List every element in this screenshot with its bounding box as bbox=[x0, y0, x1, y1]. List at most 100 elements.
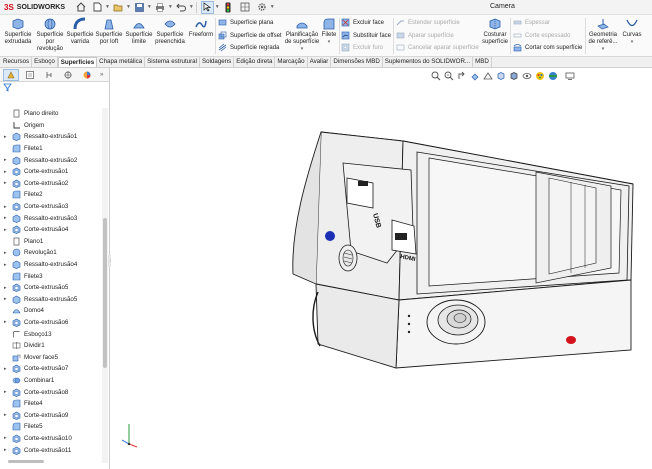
tree-item[interactable]: ▸ Corte-extrusão8 bbox=[0, 386, 104, 398]
tab-sistema-estrutural[interactable]: Sistema estrutural bbox=[145, 57, 201, 67]
tree-item[interactable]: ▸ Corte-extrusão3 bbox=[0, 201, 104, 213]
print-icon[interactable] bbox=[154, 1, 167, 14]
tree-item[interactable]: ▸ Ressalto-extrusão4 bbox=[0, 259, 104, 271]
tab-avaliar[interactable]: Avaliar bbox=[308, 57, 332, 67]
cut-with-surface-button[interactable]: Cortar com superfície bbox=[513, 43, 582, 52]
graphics-viewport[interactable]: USB HDMI bbox=[111, 68, 652, 469]
tree-item[interactable]: Plano direito bbox=[0, 108, 104, 120]
horizontal-scrollbar[interactable] bbox=[8, 460, 44, 463]
tree-item[interactable]: Esboço13 bbox=[0, 328, 104, 340]
tree-item[interactable]: ▸ Corte-extrusão10 bbox=[0, 433, 104, 445]
tree-item[interactable]: ▸ Revolução1 bbox=[0, 247, 104, 259]
chevron-down-icon[interactable]: ▼ bbox=[147, 4, 152, 10]
tab-soldagens[interactable]: Soldagens bbox=[200, 57, 235, 67]
tree-item[interactable]: ▸ Corte-extrusão11 bbox=[0, 444, 104, 456]
expand-arrow-icon[interactable]: ▸ bbox=[4, 262, 7, 268]
tree-item[interactable]: Filete4 bbox=[0, 398, 104, 410]
tab-marca-o[interactable]: Marcação bbox=[275, 57, 308, 67]
curves-button[interactable]: Curvas ▾ bbox=[620, 17, 644, 46]
vertical-scrollbar[interactable] bbox=[102, 108, 108, 463]
configuration-manager-tab-icon[interactable] bbox=[41, 69, 57, 81]
chevron-down-icon[interactable]: ▼ bbox=[168, 4, 173, 10]
tree-item[interactable]: Domo4 bbox=[0, 305, 104, 317]
tree-item[interactable]: ▸ Corte-extrusão4 bbox=[0, 224, 104, 236]
undo-icon[interactable] bbox=[175, 1, 188, 14]
revolved-surface-button[interactable]: Superfície por revolução bbox=[35, 17, 65, 53]
more-tabs-icon[interactable]: » bbox=[100, 72, 103, 78]
untrim-surface-button[interactable]: Cancelar aparar superfície bbox=[396, 43, 479, 52]
tree-item[interactable]: Plano1 bbox=[0, 236, 104, 248]
tree-item[interactable]: Filete3 bbox=[0, 270, 104, 282]
expand-arrow-icon[interactable]: ▸ bbox=[4, 435, 7, 441]
replace-face-button[interactable]: Substituir face bbox=[341, 31, 391, 40]
tree-item[interactable]: ▸ Corte-extrusão6 bbox=[0, 317, 104, 329]
swept-surface-button[interactable]: Superfície varrida bbox=[66, 17, 94, 46]
scrollbar-thumb[interactable] bbox=[103, 218, 107, 368]
knit-surface-button[interactable]: Costurar superfície bbox=[480, 17, 510, 46]
tab-esbo-o[interactable]: Esboço bbox=[32, 57, 58, 67]
surface-flatten-button[interactable]: Planificação de superfície ▾ bbox=[283, 17, 321, 53]
tab-mbd[interactable]: MBD bbox=[473, 57, 492, 67]
chevron-down-icon[interactable]: ▼ bbox=[189, 4, 194, 10]
thicken-button[interactable]: Espessar bbox=[513, 18, 550, 27]
tree-item[interactable]: Filete5 bbox=[0, 421, 104, 433]
tree-item[interactable]: ▸ Corte-extrusão9 bbox=[0, 409, 104, 421]
expand-arrow-icon[interactable]: ▸ bbox=[4, 250, 7, 256]
filled-surface-button[interactable]: Superfície preenchida bbox=[154, 17, 186, 46]
freeform-button[interactable]: Freeform bbox=[188, 17, 214, 39]
expand-arrow-icon[interactable]: ▸ bbox=[4, 180, 7, 186]
delete-face-button[interactable]: Excluir face bbox=[341, 18, 384, 27]
expand-arrow-icon[interactable]: ▸ bbox=[4, 169, 7, 175]
tree-item[interactable]: Mover face5 bbox=[0, 351, 104, 363]
expand-arrow-icon[interactable]: ▸ bbox=[4, 215, 7, 221]
reference-geometry-button[interactable]: Geometria de referê... ▾ bbox=[587, 17, 619, 53]
tree-item[interactable]: ▸ Ressalto-extrusão2 bbox=[0, 154, 104, 166]
traffic-light-icon[interactable] bbox=[222, 1, 235, 14]
chevron-down-icon[interactable]: ▼ bbox=[126, 4, 131, 10]
boundary-surface-button[interactable]: Superfície limite bbox=[125, 17, 153, 46]
options-gear-icon[interactable] bbox=[256, 1, 269, 14]
tree-item[interactable]: Filete1 bbox=[0, 143, 104, 155]
thickened-cut-button[interactable]: Corte espessado bbox=[513, 31, 570, 40]
tree-item[interactable]: ▸ Ressalto-extrusão1 bbox=[0, 131, 104, 143]
expand-arrow-icon[interactable]: ▸ bbox=[4, 134, 7, 140]
expand-arrow-icon[interactable]: ▸ bbox=[4, 296, 7, 302]
tab-recursos[interactable]: Recursos bbox=[1, 57, 33, 67]
offset-surface-button[interactable]: Superfície de offset bbox=[218, 31, 282, 40]
extend-surface-button[interactable]: Estender superfície bbox=[396, 18, 460, 27]
expand-arrow-icon[interactable]: ▸ bbox=[4, 447, 7, 453]
tree-item[interactable]: Dividir1 bbox=[0, 340, 104, 352]
open-folder-icon[interactable] bbox=[112, 1, 125, 14]
feature-manager-tab-icon[interactable] bbox=[3, 68, 19, 81]
new-document-icon[interactable] bbox=[91, 1, 104, 14]
dimxpert-tab-icon[interactable] bbox=[60, 69, 76, 81]
chevron-down-icon[interactable]: ▼ bbox=[270, 4, 275, 10]
tree-item[interactable]: Filete2 bbox=[0, 189, 104, 201]
expand-arrow-icon[interactable]: ▸ bbox=[4, 366, 7, 372]
tree-item[interactable]: Origem bbox=[0, 120, 104, 132]
tree-item[interactable]: Combinar1 bbox=[0, 375, 104, 387]
tab-dimens-es-mbd[interactable]: Dimensões MBD bbox=[331, 57, 383, 67]
extruded-surface-button[interactable]: Superfície extrudada bbox=[2, 17, 34, 46]
tree-item[interactable]: ▸ Corte-extrusão2 bbox=[0, 178, 104, 190]
trim-surface-button[interactable]: Aparar superfície bbox=[396, 31, 454, 40]
chevron-down-icon[interactable]: ▾ bbox=[631, 39, 634, 46]
tab-superf-cies[interactable]: Superfícies bbox=[57, 57, 98, 67]
tree-item[interactable]: ▸ Corte-extrusão7 bbox=[0, 363, 104, 375]
chevron-down-icon[interactable]: ▼ bbox=[215, 4, 220, 10]
chevron-down-icon[interactable]: ▾ bbox=[602, 46, 605, 53]
rebuild-grid-icon[interactable] bbox=[239, 1, 252, 14]
lofted-surface-button[interactable]: Superfície por loft bbox=[95, 17, 123, 46]
tab-suplementos-do-solidwor[interactable]: Suplementos do SOLIDWOR... bbox=[383, 57, 474, 67]
select-arrow-icon[interactable] bbox=[200, 0, 214, 14]
tree-item[interactable]: ▸ Ressalto-extrusão5 bbox=[0, 294, 104, 306]
expand-arrow-icon[interactable]: ▸ bbox=[4, 319, 7, 325]
solidworks-logo[interactable]: 3S SOLIDWORKS bbox=[0, 3, 72, 12]
expand-arrow-icon[interactable]: ▸ bbox=[4, 285, 7, 291]
display-manager-tab-icon[interactable] bbox=[79, 69, 95, 81]
camera-model[interactable]: USB HDMI bbox=[111, 68, 652, 469]
tab-edi-o-direta[interactable]: Edição direta bbox=[234, 57, 276, 67]
tab-chapa-met-lica[interactable]: Chapa metálica bbox=[97, 57, 146, 67]
expand-arrow-icon[interactable]: ▸ bbox=[4, 227, 7, 233]
expand-arrow-icon[interactable]: ▸ bbox=[4, 157, 7, 163]
